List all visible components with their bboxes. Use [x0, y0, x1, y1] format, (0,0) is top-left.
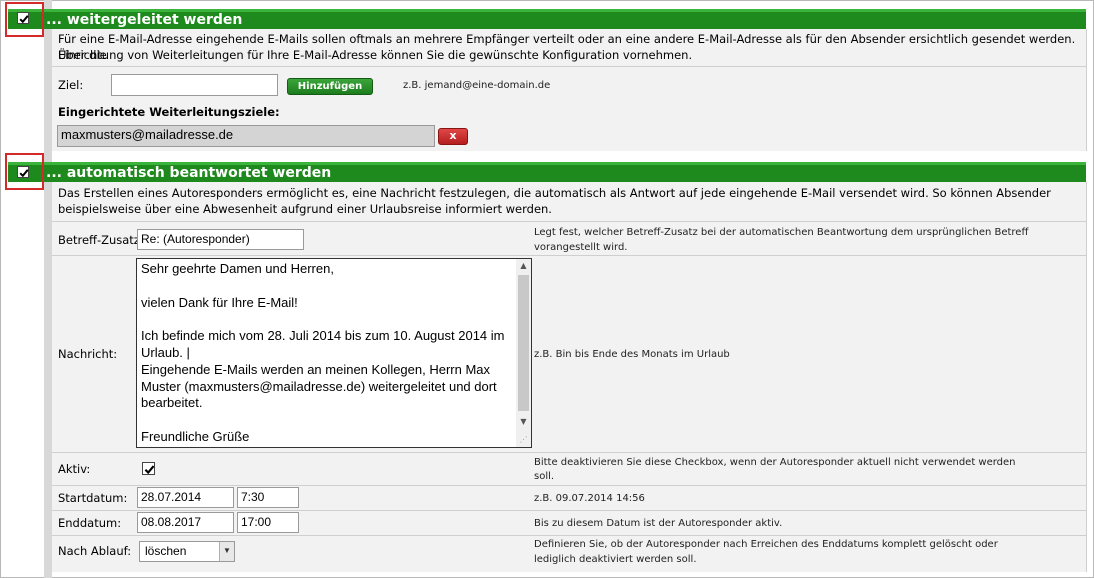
message-help: z.B. Bin bis Ende des Monats im Urlaub: [534, 349, 730, 360]
message-text: Sehr geehrte Damen und Herren, vielen Da…: [141, 261, 505, 444]
start-date-input[interactable]: 28.07.2014: [137, 487, 234, 508]
subject-suffix-input[interactable]: Re: (Autoresponder): [137, 229, 304, 250]
divider: [52, 485, 1086, 486]
expiry-help-line2: lediglich deaktiviert werden soll.: [534, 554, 697, 565]
active-help-line2: soll.: [534, 471, 555, 482]
active-label: Aktiv:: [58, 462, 91, 476]
configured-targets-label: Eingerichtete Weiterleitungsziele:: [58, 105, 280, 119]
divider: [52, 452, 1086, 453]
forward-example-hint: z.B. jemand@eine-domain.de: [403, 80, 551, 91]
end-date-help: Bis zu diesem Datum ist der Autoresponde…: [534, 518, 783, 529]
active-help-line1: Bitte deaktivieren Sie diese Checkbox, w…: [534, 457, 1016, 468]
expiry-label: Nach Ablauf:: [58, 544, 132, 558]
left-gutter: [44, 0, 52, 578]
scrollbar-thumb[interactable]: [518, 275, 529, 411]
subject-suffix-label: Betreff-Zusatz:: [58, 233, 144, 247]
add-forward-button[interactable]: Hinzufügen: [287, 78, 373, 95]
divider: [52, 221, 1086, 222]
autoreply-section-header: ... automatisch beantwortet werden: [8, 162, 1086, 182]
scroll-up-arrow-icon[interactable]: ▲: [516, 259, 531, 273]
forward-target-input[interactable]: [111, 74, 278, 96]
subject-suffix-help-line2: vorangestellt wird.: [534, 242, 628, 253]
autoreply-description-line2: beispielsweise über eine Abwesenheit auf…: [58, 202, 552, 216]
start-date-help: z.B. 09.07.2014 14:56: [534, 493, 645, 504]
end-time-input[interactable]: 17:00: [237, 512, 299, 533]
checkmark-icon: [144, 465, 155, 475]
expiry-select[interactable]: löschen ▼: [139, 541, 235, 562]
divider: [52, 66, 1086, 67]
message-scrollbar[interactable]: ▲ ▼ ⋰: [516, 259, 531, 447]
divider: [52, 255, 1086, 256]
subject-suffix-help-line1: Legt fest, welcher Betreff-Zusatz bei de…: [534, 227, 1029, 238]
forward-checkbox-highlight: [5, 2, 44, 37]
start-date-label: Startdatum:: [58, 491, 128, 505]
forward-section-title: ... weitergeleitet werden: [46, 12, 243, 28]
resize-grip-icon[interactable]: ⋰: [516, 433, 531, 447]
autoreply-checkbox-highlight: [5, 153, 44, 190]
divider: [52, 535, 1086, 536]
autoreply-description-line1: Das Erstellen eines Autoresponders ermög…: [58, 186, 1051, 200]
message-textarea[interactable]: Sehr geehrte Damen und Herren, vielen Da…: [136, 258, 532, 448]
expiry-help-line1: Definieren Sie, ob der Autoresponder nac…: [534, 539, 998, 550]
divider: [52, 510, 1086, 511]
chevron-down-icon[interactable]: ▼: [219, 542, 234, 561]
end-date-label: Enddatum:: [58, 516, 122, 530]
forward-description-line2: Einrichtung von Weiterleitungen für Ihre…: [58, 48, 693, 62]
forward-section-header: ... weitergeleitet werden: [8, 9, 1086, 29]
active-checkbox[interactable]: [142, 462, 155, 475]
forward-target-label: Ziel:: [58, 78, 84, 92]
configured-target-field: maxmusters@mailadresse.de: [57, 125, 435, 147]
remove-forward-button[interactable]: x: [438, 128, 468, 145]
end-date-input[interactable]: 08.08.2017: [137, 512, 234, 533]
start-time-input[interactable]: 7:30: [237, 487, 299, 508]
expiry-selected-value: löschen: [145, 544, 187, 558]
autoreply-section-title: ... automatisch beantwortet werden: [46, 165, 332, 181]
message-label: Nachricht:: [58, 347, 118, 361]
scroll-down-arrow-icon[interactable]: ▼: [516, 415, 531, 429]
